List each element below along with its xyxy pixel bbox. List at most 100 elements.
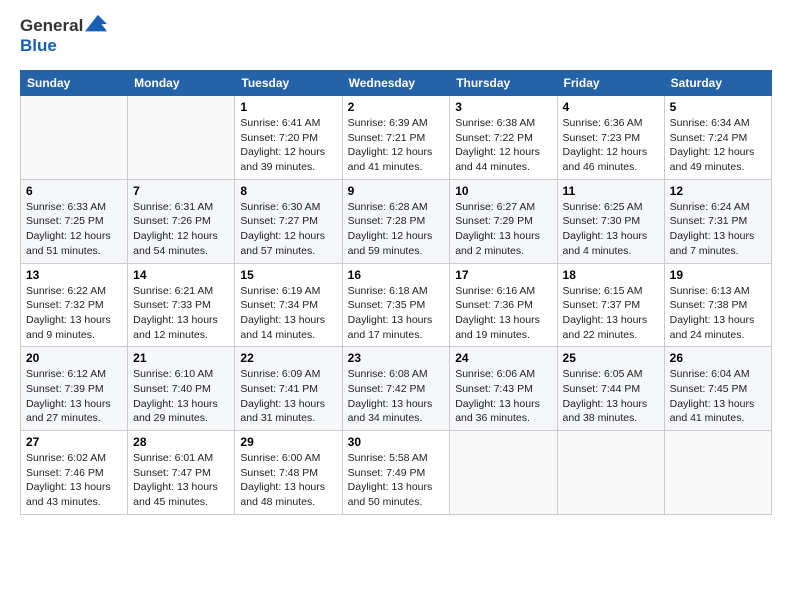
- day-info: Sunrise: 6:16 AM Sunset: 7:36 PM Dayligh…: [455, 284, 551, 343]
- day-info: Sunrise: 6:13 AM Sunset: 7:38 PM Dayligh…: [670, 284, 766, 343]
- day-number: 14: [133, 268, 229, 282]
- calendar-cell: 30 Sunrise: 5:58 AM Sunset: 7:49 PM Dayli…: [342, 431, 450, 515]
- calendar-cell: 21 Sunrise: 6:10 AM Sunset: 7:40 PM Dayli…: [128, 347, 235, 431]
- day-number: 27: [26, 435, 122, 449]
- day-info: Sunrise: 6:22 AM Sunset: 7:32 PM Dayligh…: [26, 284, 122, 343]
- day-number: 18: [563, 268, 659, 282]
- logo-blue: Blue: [20, 36, 57, 55]
- weekday-header-monday: Monday: [128, 71, 235, 96]
- calendar-cell: 7 Sunrise: 6:31 AM Sunset: 7:26 PM Daylig…: [128, 179, 235, 263]
- calendar-cell: 23 Sunrise: 6:08 AM Sunset: 7:42 PM Dayli…: [342, 347, 450, 431]
- calendar-cell: 19 Sunrise: 6:13 AM Sunset: 7:38 PM Dayli…: [664, 263, 771, 347]
- calendar-cell: [21, 96, 128, 180]
- day-number: 8: [240, 184, 336, 198]
- day-number: 25: [563, 351, 659, 365]
- day-number: 1: [240, 100, 336, 114]
- day-number: 11: [563, 184, 659, 198]
- weekday-header-thursday: Thursday: [450, 71, 557, 96]
- calendar-cell: 26 Sunrise: 6:04 AM Sunset: 7:45 PM Dayli…: [664, 347, 771, 431]
- day-number: 3: [455, 100, 551, 114]
- weekday-header-sunday: Sunday: [21, 71, 128, 96]
- day-info: Sunrise: 6:34 AM Sunset: 7:24 PM Dayligh…: [670, 116, 766, 175]
- calendar-table: SundayMondayTuesdayWednesdayThursdayFrid…: [20, 70, 772, 515]
- day-number: 10: [455, 184, 551, 198]
- calendar-cell: 6Sunrise: 6:33 AM Sunset: 7:25 PM Daylig…: [21, 179, 128, 263]
- calendar-cell: 13Sunrise: 6:22 AM Sunset: 7:32 PM Dayli…: [21, 263, 128, 347]
- calendar-cell: 17 Sunrise: 6:16 AM Sunset: 7:36 PM Dayli…: [450, 263, 557, 347]
- day-info: Sunrise: 6:27 AM Sunset: 7:29 PM Dayligh…: [455, 200, 551, 259]
- day-number: 30: [348, 435, 445, 449]
- logo: General Blue: [20, 16, 107, 56]
- calendar-cell: 1 Sunrise: 6:41 AM Sunset: 7:20 PM Daylig…: [235, 96, 342, 180]
- day-number: 24: [455, 351, 551, 365]
- week-row-5: 27 Sunrise: 6:02 AM Sunset: 7:46 PM Dayli…: [21, 431, 772, 515]
- calendar-cell: 25 Sunrise: 6:05 AM Sunset: 7:44 PM Dayli…: [557, 347, 664, 431]
- calendar-cell: 22 Sunrise: 6:09 AM Sunset: 7:41 PM Dayli…: [235, 347, 342, 431]
- day-number: 7: [133, 184, 229, 198]
- day-number: 17: [455, 268, 551, 282]
- day-info: Sunrise: 6:02 AM Sunset: 7:46 PM Dayligh…: [26, 451, 122, 510]
- day-info: Sunrise: 6:18 AM Sunset: 7:35 PM Dayligh…: [348, 284, 445, 343]
- day-number: 21: [133, 351, 229, 365]
- day-info: Sunrise: 6:31 AM Sunset: 7:26 PM Dayligh…: [133, 200, 229, 259]
- day-info: Sunrise: 6:05 AM Sunset: 7:44 PM Dayligh…: [563, 367, 659, 426]
- day-info: Sunrise: 6:12 AM Sunset: 7:39 PM Dayligh…: [26, 367, 122, 426]
- day-info: Sunrise: 6:06 AM Sunset: 7:43 PM Dayligh…: [455, 367, 551, 426]
- page: General Blue SundayMondayTuesdayWednesda…: [0, 0, 792, 612]
- day-number: 4: [563, 100, 659, 114]
- day-info: Sunrise: 6:01 AM Sunset: 7:47 PM Dayligh…: [133, 451, 229, 510]
- weekday-header-friday: Friday: [557, 71, 664, 96]
- calendar-cell: 5Sunrise: 6:34 AM Sunset: 7:24 PM Daylig…: [664, 96, 771, 180]
- calendar-cell: 10 Sunrise: 6:27 AM Sunset: 7:29 PM Dayli…: [450, 179, 557, 263]
- day-info: Sunrise: 6:00 AM Sunset: 7:48 PM Dayligh…: [240, 451, 336, 510]
- calendar-cell: 27 Sunrise: 6:02 AM Sunset: 7:46 PM Dayli…: [21, 431, 128, 515]
- day-info: Sunrise: 6:33 AM Sunset: 7:25 PM Dayligh…: [26, 200, 122, 259]
- day-info: Sunrise: 6:41 AM Sunset: 7:20 PM Dayligh…: [240, 116, 336, 175]
- calendar-cell: 24 Sunrise: 6:06 AM Sunset: 7:43 PM Dayli…: [450, 347, 557, 431]
- day-number: 16: [348, 268, 445, 282]
- day-info: Sunrise: 6:15 AM Sunset: 7:37 PM Dayligh…: [563, 284, 659, 343]
- day-info: Sunrise: 5:58 AM Sunset: 7:49 PM Dayligh…: [348, 451, 445, 510]
- day-info: Sunrise: 6:09 AM Sunset: 7:41 PM Dayligh…: [240, 367, 336, 426]
- calendar-cell: 12Sunrise: 6:24 AM Sunset: 7:31 PM Dayli…: [664, 179, 771, 263]
- day-info: Sunrise: 6:19 AM Sunset: 7:34 PM Dayligh…: [240, 284, 336, 343]
- calendar-cell: 11 Sunrise: 6:25 AM Sunset: 7:30 PM Dayli…: [557, 179, 664, 263]
- weekday-header-wednesday: Wednesday: [342, 71, 450, 96]
- day-info: Sunrise: 6:21 AM Sunset: 7:33 PM Dayligh…: [133, 284, 229, 343]
- weekday-header-tuesday: Tuesday: [235, 71, 342, 96]
- week-row-3: 13Sunrise: 6:22 AM Sunset: 7:32 PM Dayli…: [21, 263, 772, 347]
- calendar-cell: 20 Sunrise: 6:12 AM Sunset: 7:39 PM Dayli…: [21, 347, 128, 431]
- week-row-4: 20 Sunrise: 6:12 AM Sunset: 7:39 PM Dayli…: [21, 347, 772, 431]
- calendar-cell: 14 Sunrise: 6:21 AM Sunset: 7:33 PM Dayli…: [128, 263, 235, 347]
- calendar-cell: 28 Sunrise: 6:01 AM Sunset: 7:47 PM Dayli…: [128, 431, 235, 515]
- calendar-cell: [557, 431, 664, 515]
- calendar-cell: 8 Sunrise: 6:30 AM Sunset: 7:27 PM Daylig…: [235, 179, 342, 263]
- day-info: Sunrise: 6:10 AM Sunset: 7:40 PM Dayligh…: [133, 367, 229, 426]
- calendar-cell: [128, 96, 235, 180]
- calendar-cell: 15Sunrise: 6:19 AM Sunset: 7:34 PM Dayli…: [235, 263, 342, 347]
- day-number: 19: [670, 268, 766, 282]
- day-number: 26: [670, 351, 766, 365]
- day-number: 9: [348, 184, 445, 198]
- calendar-cell: 16 Sunrise: 6:18 AM Sunset: 7:35 PM Dayli…: [342, 263, 450, 347]
- day-info: Sunrise: 6:04 AM Sunset: 7:45 PM Dayligh…: [670, 367, 766, 426]
- logo-icon: [85, 13, 107, 35]
- day-info: Sunrise: 6:30 AM Sunset: 7:27 PM Dayligh…: [240, 200, 336, 259]
- day-number: 2: [348, 100, 445, 114]
- day-number: 20: [26, 351, 122, 365]
- week-row-1: 1 Sunrise: 6:41 AM Sunset: 7:20 PM Daylig…: [21, 96, 772, 180]
- day-info: Sunrise: 6:25 AM Sunset: 7:30 PM Dayligh…: [563, 200, 659, 259]
- calendar-cell: 29Sunrise: 6:00 AM Sunset: 7:48 PM Dayli…: [235, 431, 342, 515]
- day-number: 28: [133, 435, 229, 449]
- day-info: Sunrise: 6:08 AM Sunset: 7:42 PM Dayligh…: [348, 367, 445, 426]
- day-number: 23: [348, 351, 445, 365]
- calendar-cell: 18 Sunrise: 6:15 AM Sunset: 7:37 PM Dayli…: [557, 263, 664, 347]
- calendar-cell: [664, 431, 771, 515]
- week-row-2: 6Sunrise: 6:33 AM Sunset: 7:25 PM Daylig…: [21, 179, 772, 263]
- calendar-cell: 3Sunrise: 6:38 AM Sunset: 7:22 PM Daylig…: [450, 96, 557, 180]
- logo-general: General: [20, 16, 83, 36]
- weekday-header-row: SundayMondayTuesdayWednesdayThursdayFrid…: [21, 71, 772, 96]
- day-info: Sunrise: 6:36 AM Sunset: 7:23 PM Dayligh…: [563, 116, 659, 175]
- day-number: 22: [240, 351, 336, 365]
- calendar-cell: 9Sunrise: 6:28 AM Sunset: 7:28 PM Daylig…: [342, 179, 450, 263]
